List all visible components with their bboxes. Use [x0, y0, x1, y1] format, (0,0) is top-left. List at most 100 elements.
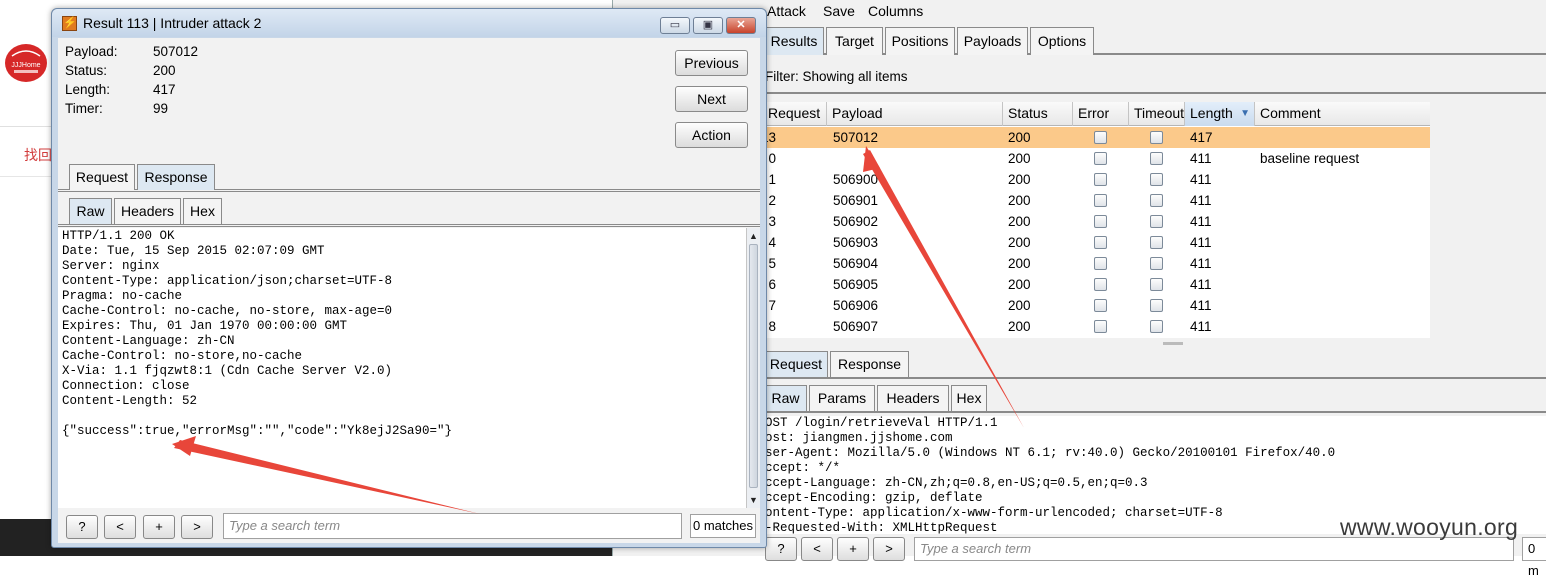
title-bar[interactable]: ⚡ Result 113 | Intruder attack 2 ▭ ▣ ✕ [52, 9, 766, 37]
tab-raw[interactable]: Raw [69, 198, 112, 224]
tab-request[interactable]: Request [764, 351, 828, 377]
table-row[interactable]: 8 506907 200 411 [763, 316, 1430, 337]
response-line: Content-Type: application/json;charset=U… [62, 274, 393, 288]
response-raw-text[interactable]: HTTP/1.1 200 OK Date: Tue, 15 Sep 2015 02… [58, 228, 746, 508]
retrieve-link[interactable]: 找回 [24, 145, 52, 165]
next-match-button[interactable]: > [181, 515, 213, 539]
search-input[interactable]: Type a search term [223, 513, 682, 539]
error-checkbox[interactable] [1094, 215, 1107, 228]
vertical-scrollbar[interactable]: ▲ ▼ [746, 228, 760, 508]
next-button[interactable]: Next [675, 86, 748, 112]
error-checkbox[interactable] [1094, 320, 1107, 333]
col-status[interactable]: Status [1003, 102, 1073, 126]
help-button[interactable]: ? [765, 537, 797, 561]
request-line: ccept-Encoding: gzip, deflate [765, 491, 983, 505]
table-row[interactable]: 3 506902 200 411 [763, 211, 1430, 232]
burp-app-icon: ⚡ [62, 16, 77, 31]
maximize-button[interactable]: ▣ [693, 17, 723, 34]
timer-label: Timer: [65, 101, 103, 116]
scroll-up-icon[interactable]: ▲ [748, 230, 759, 242]
table-header: Request Payload Status Error Timeout Len… [763, 102, 1430, 126]
tab-options[interactable]: Options [1030, 27, 1094, 55]
timeout-checkbox[interactable] [1150, 320, 1163, 333]
table-row[interactable]: 13 507012 200 417 [761, 127, 1430, 148]
error-checkbox[interactable] [1094, 194, 1107, 207]
table-row[interactable]: 2 506901 200 411 [763, 190, 1430, 211]
cell-length: 411 [1190, 214, 1212, 229]
col-length[interactable]: Length ▼ [1185, 102, 1255, 126]
timeout-checkbox[interactable] [1150, 152, 1163, 165]
menu-attack[interactable]: Attack [767, 3, 806, 19]
tab-headers[interactable]: Headers [877, 385, 949, 411]
cell-payload: 506904 [833, 256, 879, 271]
timeout-checkbox[interactable] [1150, 236, 1163, 249]
cell-status: 200 [1008, 172, 1031, 187]
table-row[interactable]: 6 506905 200 411 [763, 274, 1430, 295]
error-checkbox[interactable] [1094, 257, 1107, 270]
tab-results[interactable]: Results [764, 27, 824, 55]
table-row[interactable]: 5 506904 200 411 [763, 253, 1430, 274]
options-button[interactable]: + [837, 537, 869, 561]
prev-match-button[interactable]: < [104, 515, 136, 539]
filter-divider [763, 92, 1546, 94]
length-label: Length: [65, 82, 111, 97]
cell-payload: 506900 [833, 172, 879, 187]
tab-request[interactable]: Request [69, 164, 135, 190]
menu-columns[interactable]: Columns [868, 3, 923, 19]
payload-label: Payload: [65, 44, 118, 59]
tab-raw[interactable]: Raw [764, 385, 807, 411]
col-error[interactable]: Error [1073, 102, 1129, 126]
error-checkbox[interactable] [1094, 152, 1107, 165]
tab-target[interactable]: Target [826, 27, 883, 55]
tab-positions[interactable]: Positions [885, 27, 955, 55]
cell-status: 200 [1008, 298, 1031, 313]
prev-match-button[interactable]: < [801, 537, 833, 561]
col-request[interactable]: Request [763, 102, 827, 126]
cell-length: 411 [1190, 235, 1212, 250]
error-checkbox[interactable] [1094, 131, 1107, 144]
tab-payloads[interactable]: Payloads [957, 27, 1028, 55]
next-match-button[interactable]: > [873, 537, 905, 561]
timeout-checkbox[interactable] [1150, 131, 1163, 144]
error-checkbox[interactable] [1094, 299, 1107, 312]
response-line: Date: Tue, 15 Sep 2015 02:07:09 GMT [62, 244, 325, 258]
col-timeout[interactable]: Timeout [1129, 102, 1185, 126]
tab-hex[interactable]: Hex [951, 385, 987, 411]
minimize-button[interactable]: ▭ [660, 17, 690, 34]
error-checkbox[interactable] [1094, 278, 1107, 291]
cell-length: 411 [1190, 319, 1212, 334]
timeout-checkbox[interactable] [1150, 173, 1163, 186]
col-payload[interactable]: Payload [827, 102, 1003, 126]
cell-status: 200 [1008, 235, 1031, 250]
options-button[interactable]: + [143, 515, 175, 539]
timeout-checkbox[interactable] [1150, 215, 1163, 228]
cell-payload: 507012 [833, 130, 879, 145]
col-comment[interactable]: Comment [1255, 102, 1430, 126]
table-row[interactable]: 7 506906 200 411 [763, 295, 1430, 316]
error-checkbox[interactable] [1094, 236, 1107, 249]
scroll-thumb[interactable] [749, 244, 758, 488]
filter-bar[interactable]: Filter: Showing all items [765, 69, 908, 84]
tab-params[interactable]: Params [809, 385, 875, 411]
help-button[interactable]: ? [66, 515, 98, 539]
action-button[interactable]: Action [675, 122, 748, 148]
timeout-checkbox[interactable] [1150, 299, 1163, 312]
error-checkbox[interactable] [1094, 173, 1107, 186]
timeout-checkbox[interactable] [1150, 194, 1163, 207]
table-row[interactable]: 4 506903 200 411 [763, 232, 1430, 253]
split-handle[interactable] [1163, 342, 1183, 345]
tab-response[interactable]: Response [830, 351, 909, 377]
table-row[interactable]: 1 506900 200 411 [763, 169, 1430, 190]
close-button[interactable]: ✕ [726, 17, 756, 34]
tab-headers[interactable]: Headers [114, 198, 181, 224]
scroll-down-icon[interactable]: ▼ [748, 494, 759, 506]
tab-hex[interactable]: Hex [183, 198, 222, 224]
menu-save[interactable]: Save [823, 3, 855, 19]
table-row[interactable]: 0 200 411 baseline request [763, 148, 1430, 169]
cell-status: 200 [1008, 319, 1031, 334]
results-table: Request Payload Status Error Timeout Len… [761, 102, 1430, 338]
previous-button[interactable]: Previous [675, 50, 748, 76]
tab-response[interactable]: Response [137, 164, 215, 190]
timeout-checkbox[interactable] [1150, 278, 1163, 291]
timeout-checkbox[interactable] [1150, 257, 1163, 270]
